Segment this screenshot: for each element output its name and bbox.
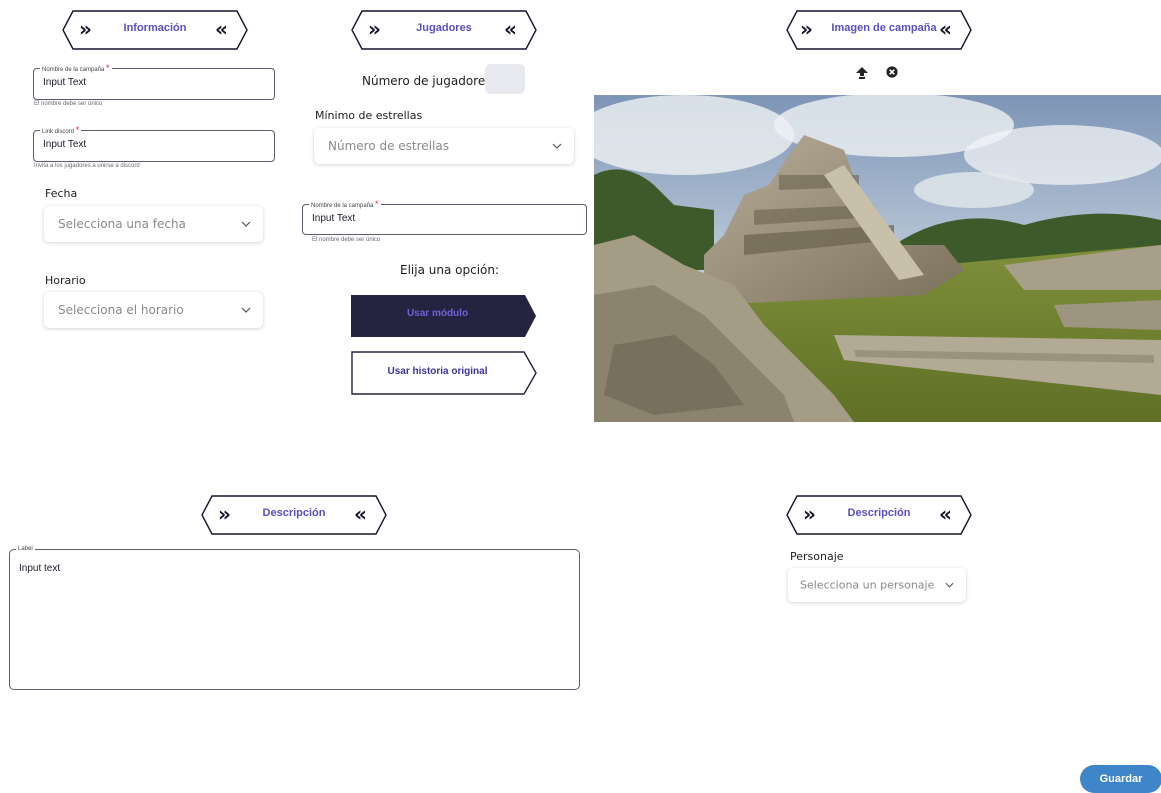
campaign-name-field[interactable]: Nombre de la campaña * Input Text <box>33 63 275 100</box>
field-helper: El nombre debe ser único <box>312 237 381 243</box>
field-label-text: Nombre de la campaña <box>311 203 374 209</box>
upload-icon[interactable] <box>855 66 869 80</box>
player-count-label: Número de jugadores <box>362 74 492 88</box>
horario-label: Horario <box>45 274 86 287</box>
dropdown-placeholder: Selecciona un personaje <box>800 578 935 592</box>
field-value: Input Text <box>312 213 356 224</box>
dropdown-placeholder: Número de estrellas <box>328 139 449 153</box>
campaign-image <box>594 95 1161 422</box>
field-label: Nombre de la campaña * <box>40 63 112 75</box>
description-textarea[interactable]: Label Input text <box>9 544 580 690</box>
field-label: Link discord * <box>40 125 82 137</box>
chevrons-left-icon: « <box>215 17 228 41</box>
field-value: Input Text <box>43 77 87 88</box>
horario-dropdown[interactable]: Selecciona el horario <box>44 292 263 328</box>
section-header-imagen: » Imagen de campaña « <box>786 10 972 50</box>
save-button[interactable]: Guardar <box>1080 765 1161 793</box>
button-label: Usar historia original <box>387 366 488 377</box>
field-helper: Invita a los jugadores a unirse a discor… <box>34 163 140 169</box>
player-count-input[interactable] <box>485 64 525 94</box>
field-helper: El nombre debe ser único <box>34 101 103 107</box>
field-label-text: Link discord <box>42 129 75 135</box>
field-label: Label <box>16 544 35 554</box>
field-value: Input text <box>19 563 61 574</box>
dropdown-placeholder: Selecciona una fecha <box>58 217 186 231</box>
section-header-descripcion: » Descripción « <box>201 495 387 535</box>
chevrons-left-icon: « <box>939 502 952 526</box>
section-header-descripcion-personaje: » Descripción « <box>786 495 972 535</box>
use-original-story-button[interactable]: Usar historia original <box>351 351 537 395</box>
choose-option-label: Elija una opción: <box>400 263 500 277</box>
campaign-name-field-2[interactable]: Nombre de la campaña * Input Text <box>302 199 587 235</box>
field-label: Nombre de la campaña * <box>309 199 381 211</box>
chevrons-left-icon: « <box>939 17 952 41</box>
chevrons-left-icon: « <box>504 17 517 41</box>
section-header-informacion: » Información « <box>62 10 248 50</box>
chevrons-left-icon: « <box>354 502 367 526</box>
use-module-button[interactable]: Usar módulo <box>351 295 537 337</box>
chevron-down-icon <box>552 143 562 149</box>
discord-link-field[interactable]: Link discord * Input Text <box>33 125 275 162</box>
field-label-text: Nombre de la campaña <box>42 67 105 73</box>
chevron-down-icon <box>241 307 251 313</box>
character-dropdown[interactable]: Selecciona un personaje <box>788 568 966 602</box>
button-label: Usar módulo <box>406 308 469 319</box>
character-label: Personaje <box>790 550 844 563</box>
fecha-dropdown[interactable]: Selecciona una fecha <box>44 206 263 242</box>
chevron-down-icon <box>241 221 251 227</box>
section-header-jugadores: » Jugadores « <box>351 10 537 50</box>
fecha-label: Fecha <box>45 187 78 200</box>
min-stars-label: Mínimo de estrellas <box>315 109 423 122</box>
dropdown-placeholder: Selecciona el horario <box>58 303 184 317</box>
stars-dropdown[interactable]: Número de estrellas <box>314 128 574 164</box>
chevron-down-icon <box>945 582 954 588</box>
field-value: Input Text <box>43 139 87 150</box>
remove-circle-icon[interactable] <box>886 66 898 78</box>
